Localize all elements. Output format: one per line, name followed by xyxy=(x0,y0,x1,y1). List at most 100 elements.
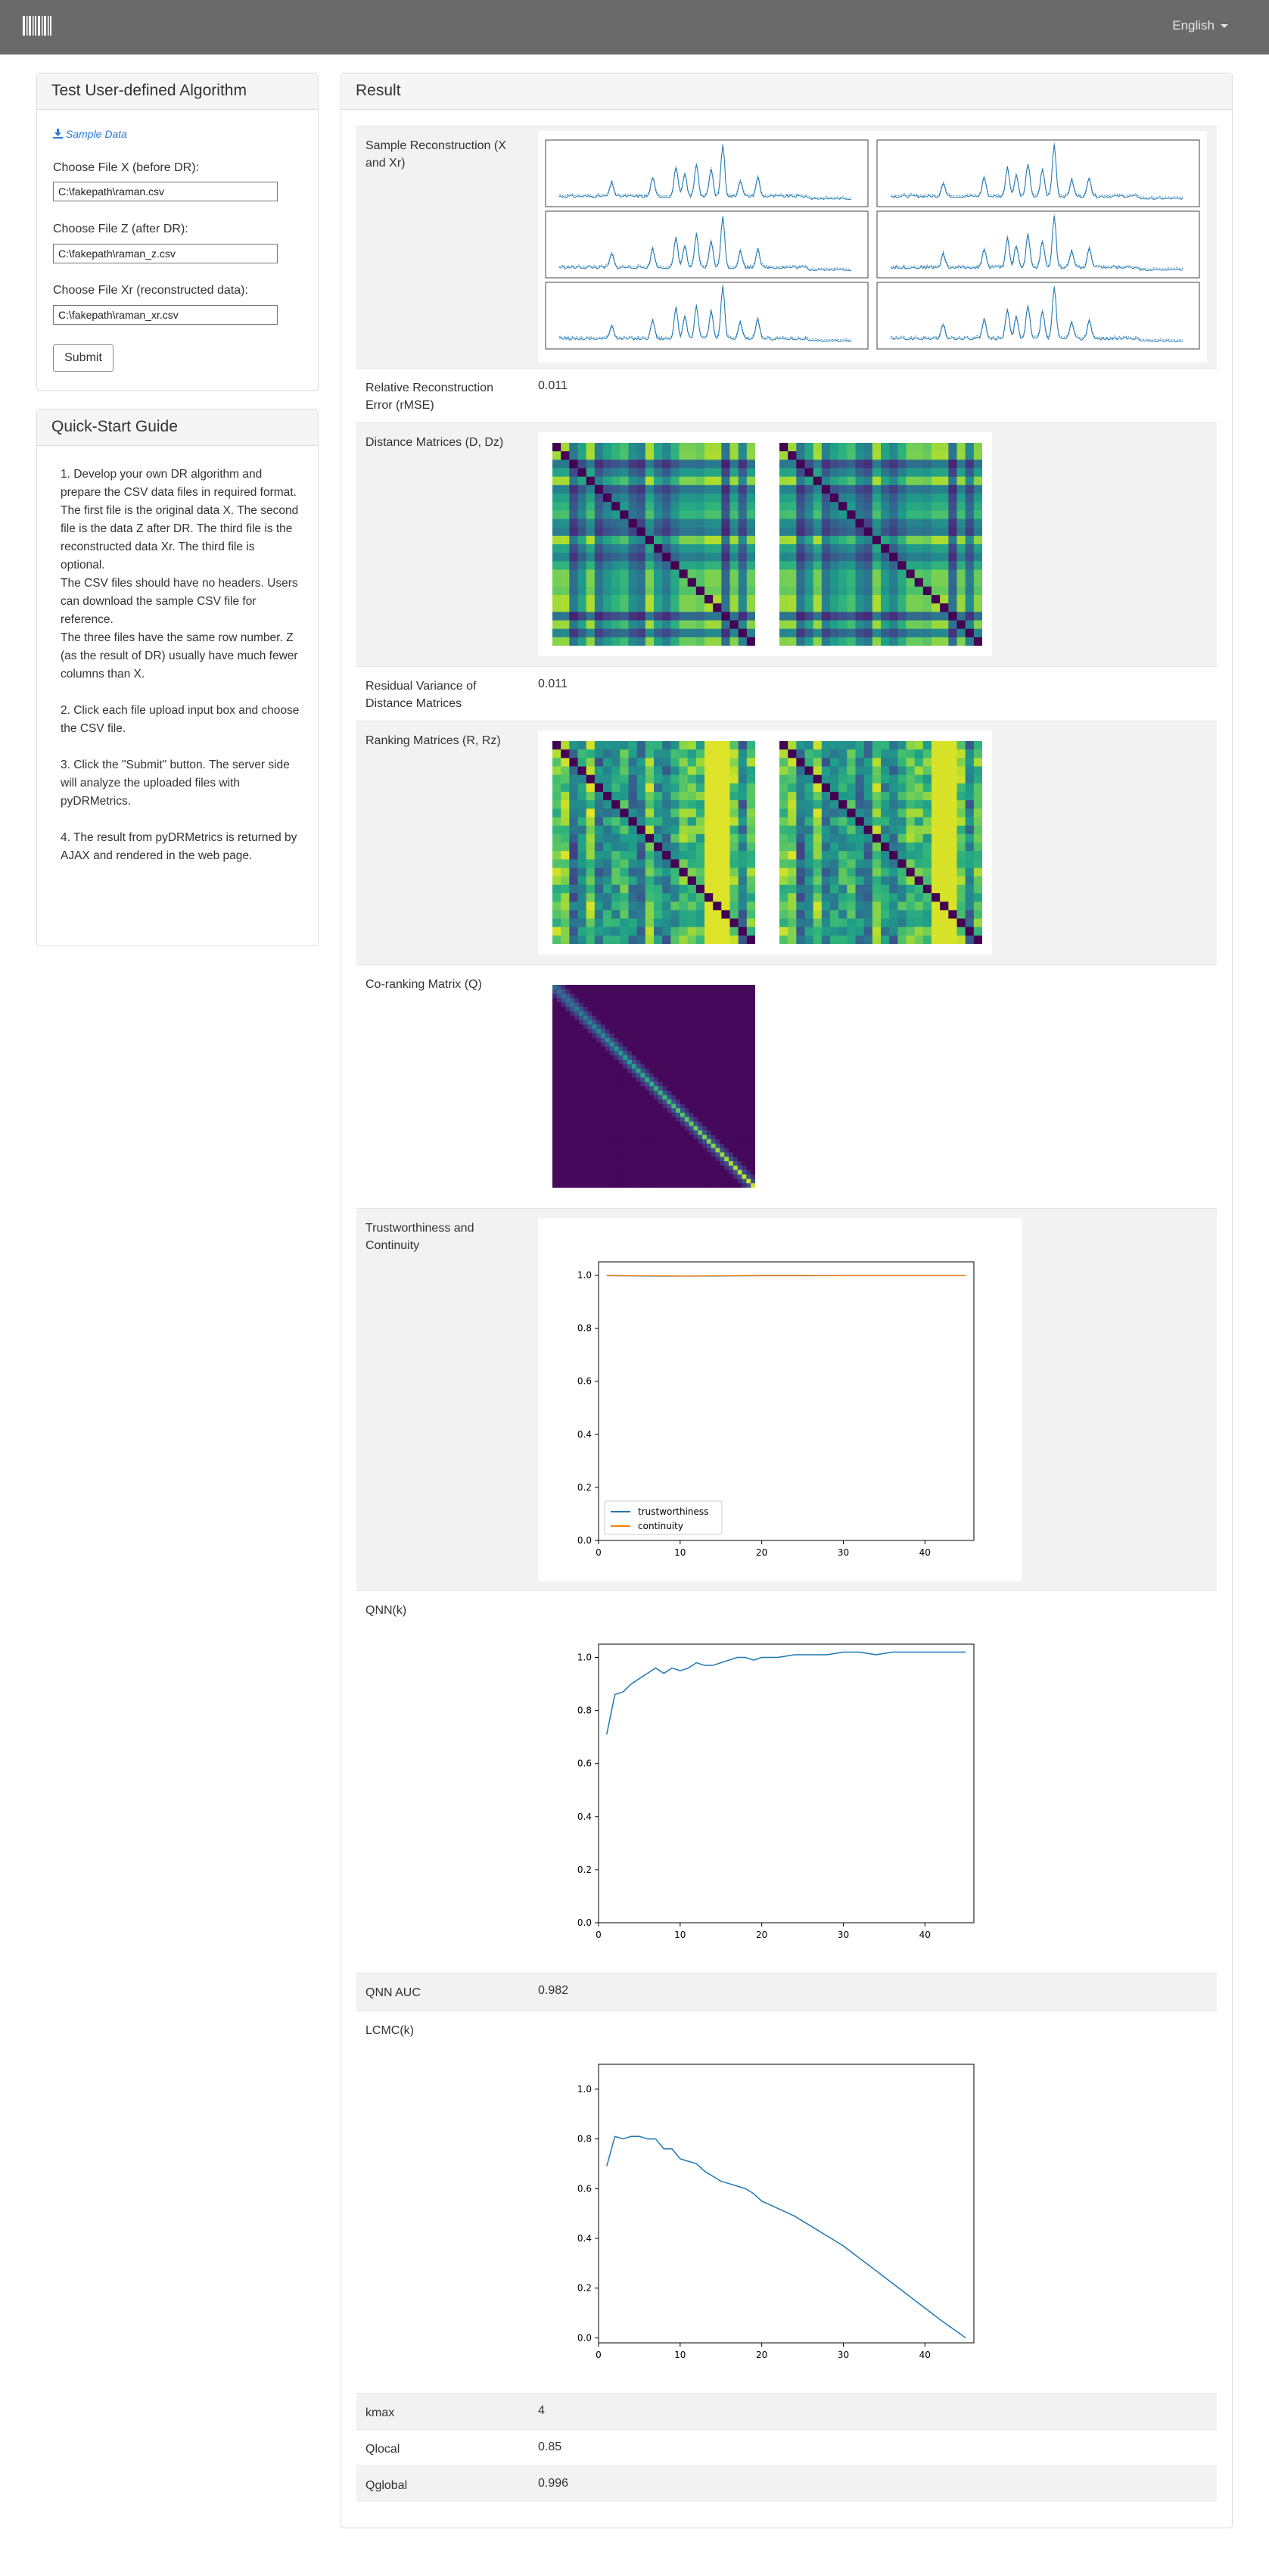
x-tick-label: 40 xyxy=(919,1547,931,1558)
coranking-matrix-q xyxy=(552,985,755,1188)
y-tick-label: 0.0 xyxy=(577,1917,592,1928)
y-tick-label: 0.0 xyxy=(577,2332,592,2343)
guide-step-4: 4. The result from pyDRMetrics is return… xyxy=(61,831,297,862)
row-label: LCMC(k) xyxy=(365,2024,414,2037)
row-label: Residual Variance of Distance Matrices xyxy=(365,680,477,710)
y-tick-label: 1.0 xyxy=(577,1270,592,1281)
row-trustworthiness-continuity: Trustworthiness and Continuity 0 10 20 30 40… xyxy=(356,1208,1217,1590)
x-tick-label: 30 xyxy=(838,2350,849,2360)
file-xr-input[interactable] xyxy=(53,305,278,325)
row-distance-matrices: Distance Matrices (D, Dz) xyxy=(356,422,1217,666)
legend-label: continuity xyxy=(638,1521,683,1531)
qnn-chart-svg: 0 10 20 30 40 0.0 0.2 0.4 0.6 0.8 1.0 xyxy=(577,1643,975,1940)
row-label: Relative Reconstruction Error (rMSE) xyxy=(365,382,493,412)
result-panel: Result Sample Reconstruction (X and Xr) … xyxy=(341,73,1233,2528)
x-tick-label: 0 xyxy=(596,1930,602,1940)
panel-title: Quick-Start Guide xyxy=(37,410,318,446)
submit-button[interactable]: Submit xyxy=(53,344,114,372)
x-tick-label: 0 xyxy=(596,1547,602,1558)
row-qglobal: Qglobal 0.996 xyxy=(356,2465,1217,2502)
row-qnn-auc: QNN AUC 0.982 xyxy=(356,1973,1217,2011)
panel-title: Result xyxy=(341,73,1232,110)
legend-label: trustworthiness xyxy=(638,1506,708,1517)
file-z-input[interactable] xyxy=(53,244,278,263)
row-coranking-matrix: Co-ranking Matrix (Q) xyxy=(356,964,1217,1208)
row-qnn: QNN(k) 0 10 20 30 40 0.0 0.2 0.4 0.6 0.8 1.0 xyxy=(356,1590,1217,1973)
y-tick-label: 0.8 xyxy=(577,1323,592,1334)
y-tick-label: 0.2 xyxy=(577,1482,592,1493)
y-tick-label: 0.6 xyxy=(577,1376,592,1387)
kmax-value: 4 xyxy=(538,2404,545,2417)
row-label: Qlocal xyxy=(365,2443,400,2456)
coranking-matrix-image xyxy=(538,974,765,1198)
row-label: Distance Matrices (D, Dz) xyxy=(365,436,504,449)
trustworthiness-continuity-chart: 0 10 20 30 40 0.0 0.2 0.4 0.6 0.8 1.0 trustworthine… xyxy=(538,1218,1022,1581)
download-icon xyxy=(53,129,63,139)
row-qlocal: Qlocal 0.85 xyxy=(356,2429,1217,2465)
qnn-chart: 0 10 20 30 40 0.0 0.2 0.4 0.6 0.8 1.0 xyxy=(538,1600,1022,1964)
qglobal-value: 0.996 xyxy=(538,2477,569,2490)
guide-step-3: 3. Click the "Submit" button. The server… xyxy=(61,758,290,808)
barcode-logo-icon[interactable] xyxy=(23,16,51,36)
qlocal-value: 0.85 xyxy=(538,2441,562,2453)
row-label: Ranking Matrices (R, Rz) xyxy=(365,734,501,747)
row-sample-reconstruction: Sample Reconstruction (X and Xr) xyxy=(356,126,1217,368)
x-tick-label: 40 xyxy=(919,2350,931,2360)
y-tick-label: 1.0 xyxy=(577,2084,592,2095)
x-tick-label: 40 xyxy=(919,1930,931,1940)
y-tick-label: 0.4 xyxy=(577,1429,592,1440)
x-tick-label: 0 xyxy=(596,2350,602,2360)
panel-title: Test User-defined Algorithm xyxy=(37,73,318,110)
test-algorithm-panel: Test User-defined Algorithm Sample Data … xyxy=(36,73,319,391)
x-tick-label: 30 xyxy=(838,1930,849,1940)
row-label: Qglobal xyxy=(365,2479,408,2492)
language-dropdown[interactable]: English xyxy=(1172,18,1228,33)
plot-frame xyxy=(598,2064,975,2344)
row-label: QNN AUC xyxy=(365,1986,421,1999)
qnn-auc-value: 0.982 xyxy=(538,1984,569,1997)
x-tick-label: 10 xyxy=(674,2350,686,2360)
guide-body: 1. Develop your own DR algorithm and pre… xyxy=(61,466,300,883)
row-lcmc: LCMC(k) 0 10 20 30 40 0.0 0.2 0.4 0.6 0.8 1.0 xyxy=(356,2011,1217,2393)
quick-start-guide-panel: Quick-Start Guide 1. Develop your own DR… xyxy=(36,409,319,946)
guide-step-2: 2. Click each file upload input box and … xyxy=(61,704,300,735)
x-tick-label: 10 xyxy=(674,1547,686,1558)
language-label: English xyxy=(1172,18,1215,33)
ranking-matrices-image xyxy=(538,730,992,955)
sample-reconstruction-image xyxy=(538,131,1207,363)
row-label: Trustworthiness and Continuity xyxy=(365,1222,474,1252)
lcmc-chart: 0 10 20 30 40 0.0 0.2 0.4 0.6 0.8 1.0 xyxy=(538,2020,1022,2384)
row-rmse: Relative Reconstruction Error (rMSE) 0.0… xyxy=(356,368,1217,422)
file-xr-label: Choose File Xr (reconstructed data): xyxy=(53,284,248,297)
navbar: English xyxy=(0,0,1269,55)
distance-matrix-dz xyxy=(779,443,982,646)
plot-frame xyxy=(598,1261,975,1541)
caret-down-icon xyxy=(1221,24,1228,29)
y-tick-label: 0.8 xyxy=(577,1705,592,1716)
row-ranking-matrices: Ranking Matrices (R, Rz) xyxy=(356,721,1217,964)
distance-matrices-image xyxy=(538,432,992,656)
row-residual-variance: Residual Variance of Distance Matrices 0… xyxy=(356,666,1217,721)
y-tick-label: 0.6 xyxy=(577,2183,592,2194)
row-label: kmax xyxy=(365,2406,395,2419)
ranking-matrix-r xyxy=(552,741,755,944)
x-tick-label: 10 xyxy=(674,1930,686,1940)
x-tick-label: 20 xyxy=(756,2350,767,2360)
row-label: Sample Reconstruction (X and Xr) xyxy=(365,139,506,170)
y-tick-label: 0.2 xyxy=(577,2283,592,2294)
rmse-value: 0.011 xyxy=(538,379,568,392)
y-tick-label: 1.0 xyxy=(577,1652,592,1663)
file-x-label: Choose File X (before DR): xyxy=(53,161,199,174)
x-tick-label: 20 xyxy=(756,1930,767,1940)
row-label: Co-ranking Matrix (Q) xyxy=(365,978,482,991)
ranking-matrix-rz xyxy=(779,741,982,944)
row-label: QNN(k) xyxy=(365,1604,407,1617)
y-tick-label: 0.6 xyxy=(577,1758,592,1769)
x-tick-label: 20 xyxy=(756,1547,767,1558)
y-tick-label: 0.8 xyxy=(577,2134,592,2145)
y-tick-label: 0.4 xyxy=(577,2233,592,2244)
file-x-input[interactable] xyxy=(53,182,278,201)
sample-data-link[interactable]: Sample Data xyxy=(53,128,127,140)
row-kmax: kmax 4 xyxy=(356,2393,1217,2429)
y-tick-label: 0.4 xyxy=(577,1811,592,1822)
